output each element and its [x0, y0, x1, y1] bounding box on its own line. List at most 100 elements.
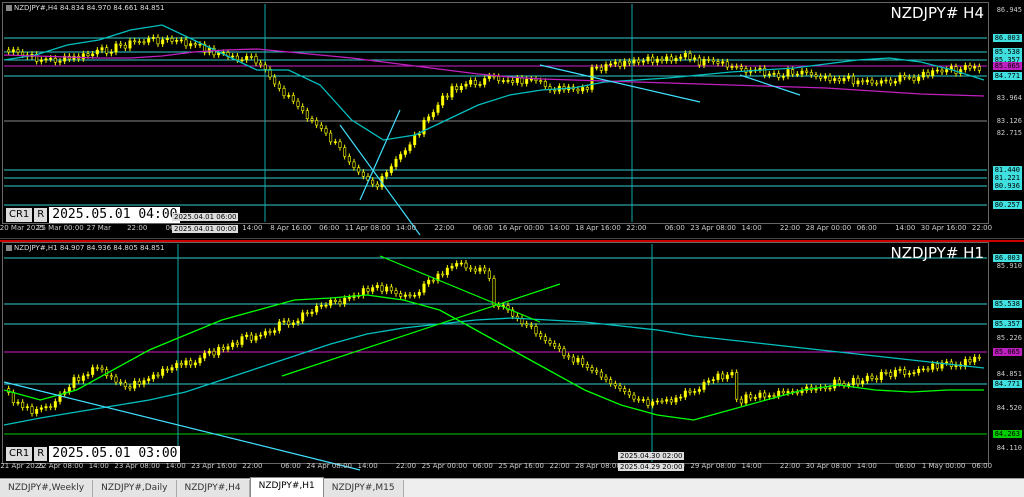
candle-body [179, 363, 183, 366]
candle-body [637, 59, 641, 63]
tab-nzdjpy-weekly[interactable]: NZDJPY#,Weekly [0, 480, 94, 497]
h1-time-axis[interactable]: 21 Apr 2025 22 Apr 08:00 14:00 23 Apr 08:00… [0, 462, 992, 476]
candle-body [833, 379, 837, 389]
time-label: 25 Mar 00:00 [37, 224, 84, 232]
time-label: 06:00 [856, 224, 877, 232]
candle-body [590, 67, 594, 90]
candle-body [553, 89, 557, 92]
candle-body [431, 279, 435, 282]
candle-body [688, 53, 692, 60]
time-label: 14:00 [395, 224, 417, 232]
candle-body [394, 158, 398, 167]
h1-crosshair-readout: CR1 R 2025.05.01 03:00 [6, 446, 181, 462]
candle-body [515, 77, 519, 83]
candle-body [21, 51, 25, 56]
time-label: 30 Apr 16:00 [920, 224, 967, 232]
h1-price-axis[interactable]: 86.003 85.910 85.538 85.357 85.226 85.065 84.8… [988, 240, 1024, 476]
price-label: 85.065 [992, 348, 1022, 356]
candle-body [39, 407, 43, 410]
candle-body [231, 342, 235, 347]
cr1-button[interactable]: CR1 [6, 447, 33, 461]
h4-header: NZDJPY#,H4 84.834 84.970 84.661 84.851 [6, 4, 165, 12]
candle-body [329, 132, 333, 143]
candle-body [147, 378, 151, 381]
candle-body [156, 374, 160, 377]
time-label: 06:00 [472, 224, 493, 232]
candle-body [940, 69, 944, 73]
candle-body [137, 380, 141, 385]
candle-body [347, 156, 351, 163]
trend-line[interactable] [339, 124, 421, 236]
candle-body [389, 166, 393, 173]
candle-body [165, 38, 169, 41]
candle-body [660, 400, 664, 403]
candle-body [375, 285, 379, 288]
time-label: 24 Apr 08:00 [306, 462, 353, 470]
candle-body [287, 320, 291, 326]
candle-body [464, 262, 468, 269]
candle-body [851, 377, 855, 386]
candle-body [730, 372, 734, 376]
candle-body [688, 390, 692, 393]
candle-body [814, 74, 818, 77]
candle-body [651, 401, 655, 406]
r-button[interactable]: R [34, 208, 48, 222]
price-label: 84.851 [996, 370, 1022, 378]
candle-body [977, 356, 981, 359]
candle-body [91, 53, 95, 57]
candle-body [613, 383, 617, 387]
candle-body [455, 86, 459, 90]
h4-time-axis[interactable]: 20 Mar 202525 Mar 00:0027 Mar22:0006:004… [0, 224, 992, 238]
h1-chart-panel[interactable]: NZDJPY#,H1 84.907 84.936 84.805 84.851 N… [0, 240, 1024, 476]
candle-body [931, 70, 935, 76]
cr1-button[interactable]: CR1 [6, 208, 33, 222]
r-button[interactable]: R [34, 447, 48, 461]
candle-body [123, 44, 127, 49]
tab-nzdjpy-daily[interactable]: NZDJPY#,Daily [93, 480, 177, 497]
candle-body [963, 65, 967, 70]
time-label: 22:00 [549, 462, 570, 470]
candle-body [95, 367, 99, 369]
candle-body [347, 297, 351, 299]
candle-body [324, 128, 328, 134]
candle-body [758, 392, 762, 398]
candle-body [212, 350, 216, 356]
tab-nzdjpy-m15[interactable]: NZDJPY#,M15 [323, 480, 404, 497]
price-label: 86.945 [996, 6, 1022, 14]
candle-body [571, 356, 575, 363]
price-label: 86.003 [992, 34, 1022, 42]
tab-nzdjpy-h1[interactable]: NZDJPY#,H1 [249, 477, 324, 497]
h4-price-axis[interactable]: 86.945 86.003 85.538 85.357 85.065 84.771 83.9… [988, 0, 1024, 238]
candle-body [193, 362, 197, 366]
time-label: 22:00 [127, 224, 148, 232]
candle-body [58, 60, 62, 63]
candle-body [637, 398, 641, 401]
time-label: 06:00 [319, 224, 340, 232]
candle-body [772, 73, 776, 75]
candle-body [777, 73, 781, 78]
h4-chart-panel[interactable]: NZDJPY#,H4 84.834 84.970 84.661 84.851 N… [0, 0, 1024, 239]
price-label: 85.538 [992, 300, 1022, 308]
candle-body [903, 75, 907, 78]
candle-body [735, 372, 739, 400]
trend-line[interactable] [379, 255, 541, 323]
candle-body [823, 75, 827, 79]
candle-body [893, 81, 897, 84]
candle-body [875, 378, 879, 380]
candle-body [7, 49, 11, 53]
candle-body [487, 75, 491, 79]
candle-body [539, 80, 543, 82]
candle-body [198, 43, 202, 46]
candle-body [679, 56, 683, 59]
candle-body [581, 87, 585, 92]
candle-body [137, 41, 141, 43]
candle-body [557, 345, 561, 350]
candle-body [641, 60, 645, 63]
tab-nzdjpy-h4[interactable]: NZDJPY#,H4 [176, 480, 250, 497]
time-label: 18 Apr 16:00 [575, 224, 621, 232]
candle-body [403, 294, 407, 297]
candle-body [259, 334, 263, 337]
candle-body [11, 49, 15, 53]
candle-body [781, 75, 785, 78]
candle-body [156, 37, 160, 45]
